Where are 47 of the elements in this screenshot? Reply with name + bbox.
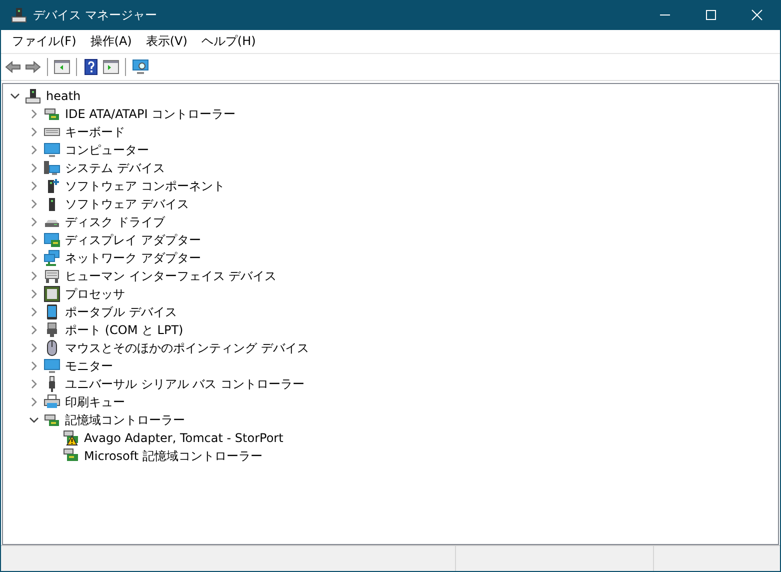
tree-item[interactable]: ネットワーク アダプター	[63, 250, 201, 266]
computer-icon	[11, 7, 27, 23]
tree-item[interactable]: ディスク ドライブ	[63, 214, 165, 230]
tree-item[interactable]: Avago Adapter, Tomcat - StorPort	[82, 431, 284, 445]
monitor-icon	[44, 142, 60, 158]
mouse-icon	[44, 340, 60, 356]
menu-item[interactable]: ファイル(F)	[5, 33, 84, 50]
tree-item[interactable]: 記憶域コントローラー	[63, 412, 185, 428]
tree-item[interactable]: コンピューター	[63, 142, 149, 158]
keyboard-icon	[44, 268, 60, 284]
tree-item[interactable]: マウスとそのほかのポインティング デバイス	[63, 340, 309, 356]
menu-item[interactable]: 操作(A)	[83, 33, 139, 50]
controller-card-icon	[44, 412, 60, 428]
menu-item[interactable]: 表示(V)	[138, 33, 194, 50]
port-icon	[44, 322, 60, 338]
chip-icon	[44, 286, 60, 302]
tree-item[interactable]: モニター	[63, 358, 113, 374]
computer-icon	[25, 88, 41, 104]
tree-item[interactable]: システム デバイス	[63, 160, 165, 176]
back-arrow-icon[interactable]	[5, 59, 21, 75]
controller-card-icon	[44, 106, 60, 122]
panel-icon[interactable]	[54, 59, 70, 75]
tree-item[interactable]: ヒューマン インターフェイス デバイス	[63, 268, 277, 284]
help-icon[interactable]	[83, 59, 99, 75]
tree-item[interactable]: IDE ATA/ATAPI コントローラー	[63, 106, 236, 122]
tree-item[interactable]: 印刷キュー	[63, 394, 125, 410]
menu-item[interactable]: ヘルプ(H)	[194, 33, 263, 50]
network-icon	[44, 250, 60, 266]
monitor-search-icon[interactable]	[132, 59, 149, 75]
monitor-icon	[44, 358, 60, 374]
window-title: デバイス マネージャー	[33, 6, 158, 24]
tablet-icon	[44, 304, 60, 320]
tree-item[interactable]: プロセッサ	[63, 286, 125, 302]
panel-icon[interactable]	[103, 59, 119, 75]
tree-item[interactable]: ソフトウェア コンポーネント	[63, 178, 225, 194]
tree-item[interactable]: ディスプレイ アダプター	[63, 232, 201, 248]
tree-item[interactable]: ポータブル デバイス	[63, 304, 177, 320]
tree-item[interactable]: ユニバーサル シリアル バス コントローラー	[63, 376, 304, 392]
monitor-card-icon	[44, 232, 60, 248]
printer-icon	[44, 394, 60, 410]
tree-item[interactable]: ソフトウェア デバイス	[63, 196, 189, 212]
tree-item[interactable]: キーボード	[63, 124, 125, 140]
computer-icon	[44, 160, 60, 176]
tree-item[interactable]: heath	[44, 89, 81, 103]
forward-arrow-icon[interactable]	[25, 59, 41, 75]
tree-item[interactable]: Microsoft 記憶域コントローラー	[82, 448, 262, 464]
tree-item[interactable]: ポート (COM と LPT)	[63, 322, 184, 338]
